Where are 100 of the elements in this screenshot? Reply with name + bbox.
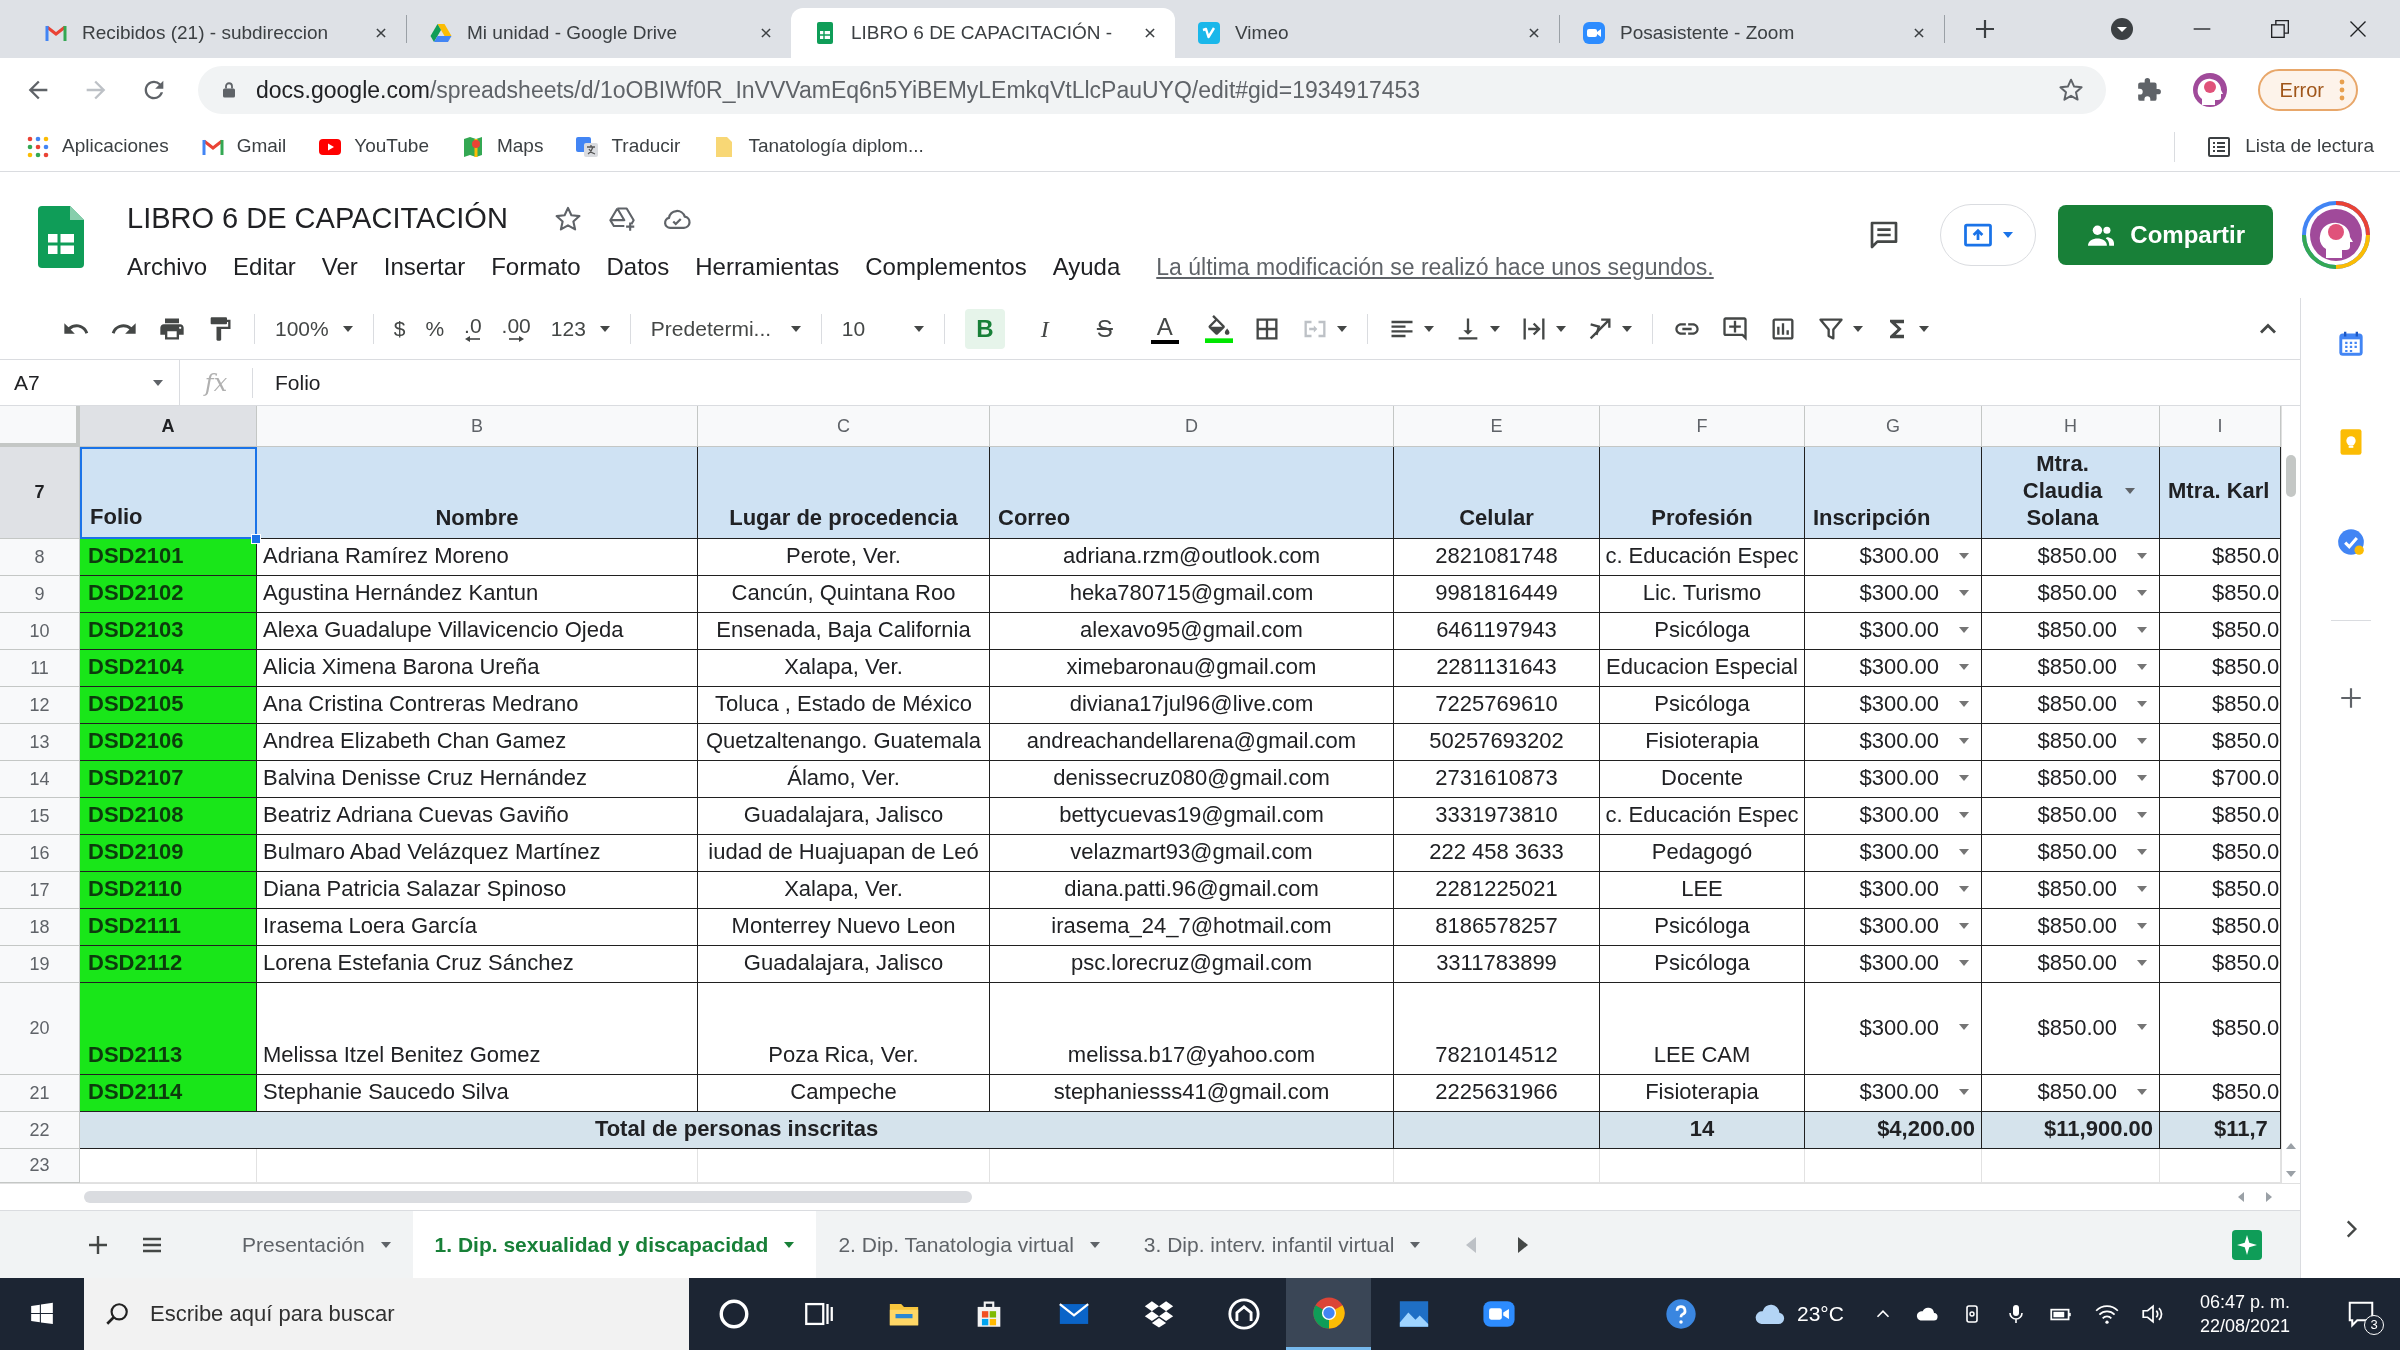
row-number[interactable]: 8 <box>0 539 80 576</box>
notification-icon[interactable] <box>2346 1299 2376 1329</box>
close-icon[interactable] <box>2348 19 2368 39</box>
bold-button[interactable]: B <box>964 308 1005 349</box>
scroll-left-icon[interactable] <box>2238 1192 2244 1202</box>
sheet-tab[interactable]: Presentación <box>220 1211 413 1278</box>
row-number[interactable]: 12 <box>0 687 80 724</box>
scrollbar-thumb[interactable] <box>84 1191 972 1203</box>
browser-tab[interactable]: Recibidos (21) - subdireccion <box>22 8 406 58</box>
formula-field[interactable]: Folio <box>253 360 2300 405</box>
dropdown-cell[interactable]: Mtra. Claudia Solana <box>1982 447 2160 539</box>
dropdown-cell[interactable]: $850.00 <box>1982 539 2160 576</box>
row-number[interactable]: 11 <box>0 650 80 687</box>
document-title[interactable]: LIBRO 6 DE CAPACITACIÓN <box>127 197 508 241</box>
dropdown-cell[interactable]: $850.00 <box>1982 946 2160 983</box>
dropdown-cell[interactable]: $300.00 <box>1805 835 1982 872</box>
extensions-icon[interactable] <box>2135 77 2162 103</box>
sheet-tab[interactable]: 3. Dip. interv. infantil virtual <box>1121 1211 1443 1278</box>
row-number[interactable]: 7 <box>0 447 80 539</box>
plus-icon[interactable] <box>1973 17 1997 41</box>
caret-down-icon[interactable] <box>1852 325 1863 332</box>
row-number[interactable]: 19 <box>0 946 80 983</box>
row-number[interactable]: 13 <box>0 724 80 761</box>
browser-tab[interactable]: Mi unidad - Google Drive <box>407 8 791 58</box>
share-button[interactable]: Compartir <box>2058 205 2273 265</box>
browser-tab[interactable]: Posasistente - Zoom <box>1560 8 1944 58</box>
add-comment-icon[interactable] <box>1720 314 1749 343</box>
dropdown-cell[interactable]: $300.00 <box>1805 983 1982 1075</box>
browser-tab[interactable]: LIBRO 6 DE CAPACITACIÓN - <box>791 8 1175 58</box>
caret-down-icon[interactable] <box>1336 325 1347 332</box>
dropdown-cell[interactable]: $850.00 <box>1982 613 2160 650</box>
dropdown-cell[interactable]: $300.00 <box>1805 687 1982 724</box>
dropdown-cell[interactable]: $850.00 <box>1982 872 2160 909</box>
dropdown-cell[interactable]: $300.00 <box>1805 872 1982 909</box>
close-icon[interactable] <box>759 26 773 40</box>
scroll-down-icon[interactable] <box>2286 1171 2296 1177</box>
caret-down-icon[interactable] <box>1489 325 1500 332</box>
text-color-button[interactable]: A <box>1144 308 1185 349</box>
caret-down-icon[interactable] <box>1423 325 1434 332</box>
menu-item[interactable]: Complementos <box>865 249 1027 285</box>
caret-down-icon[interactable] <box>1918 325 1929 332</box>
dropdown-cell[interactable]: $300.00 <box>1805 761 1982 798</box>
number-format-dropdown[interactable]: 123 <box>550 312 610 345</box>
bookmark-link[interactable]: Aplicaciones <box>26 132 169 161</box>
menu-item[interactable]: Ayuda <box>1052 249 1121 285</box>
caret-down-icon[interactable] <box>1621 325 1632 332</box>
column-header[interactable]: A <box>80 406 257 447</box>
percent-button[interactable]: % <box>425 312 445 345</box>
dropdown-cell[interactable]: $850.00 <box>1982 576 2160 613</box>
dropdown-cell[interactable]: $300.00 <box>1805 946 1982 983</box>
weather-temperature[interactable]: 23°C <box>1797 1298 1844 1330</box>
spreadsheet-icon[interactable] <box>38 206 84 268</box>
dropdown-cell[interactable]: $850.00 <box>1982 761 2160 798</box>
dropdown-cell[interactable]: $850.00 <box>1982 835 2160 872</box>
sheet-tab[interactable]: 1. Dip. sexualidad y discapacidad <box>412 1211 817 1278</box>
caret-down-icon[interactable] <box>1555 325 1566 332</box>
dropdown-cell[interactable]: $850.00 <box>1982 909 2160 946</box>
sparkle-icon[interactable] <box>2232 1229 2262 1260</box>
dropdown-cell[interactable]: $850.00 <box>1982 650 2160 687</box>
row-number[interactable]: 20 <box>0 983 80 1075</box>
dropdown-cell[interactable]: $850.00 <box>1982 983 2160 1075</box>
row-number[interactable]: 16 <box>0 835 80 872</box>
column-header[interactable]: F <box>1600 406 1805 447</box>
menu-item[interactable]: Datos <box>606 249 670 285</box>
calendar-icon[interactable] <box>2336 330 2365 358</box>
search-field[interactable]: Escribe aquí para buscar <box>84 1278 689 1350</box>
row-number[interactable]: 9 <box>0 576 80 613</box>
dropdown-cell[interactable]: $300.00 <box>1805 650 1982 687</box>
check-circle-icon[interactable] <box>2336 528 2365 556</box>
row-number[interactable]: 18 <box>0 909 80 946</box>
restore-icon[interactable] <box>2270 19 2290 39</box>
help-icon[interactable] <box>1665 1298 1697 1330</box>
star-icon[interactable] <box>553 205 582 233</box>
reading-list-button[interactable]: Lista de lectura <box>2207 132 2374 161</box>
clock-button[interactable]: 06:47 p. m. 22/08/2021 <box>2199 1290 2290 1338</box>
start-icon[interactable] <box>29 1301 55 1327</box>
menu-item[interactable]: Editar <box>233 249 296 285</box>
close-icon[interactable] <box>1527 26 1541 40</box>
row-number[interactable]: 23 <box>0 1149 80 1183</box>
dropdown-cell[interactable]: $850.00 <box>1982 687 2160 724</box>
column-header[interactable]: D <box>990 406 1394 447</box>
font-size-dropdown[interactable]: 10 <box>841 312 924 345</box>
column-header[interactable]: H <box>1982 406 2160 447</box>
bookmark-link[interactable]: Tanatología diplom... <box>712 132 924 161</box>
menu-item[interactable]: Ver <box>321 249 358 285</box>
currency-button[interactable]: $ <box>393 312 406 345</box>
column-header[interactable]: G <box>1805 406 1982 447</box>
dropdown-cell[interactable]: $850.00 <box>1982 798 2160 835</box>
column-header[interactable]: B <box>257 406 698 447</box>
scrollbar-thumb[interactable] <box>2286 455 2296 497</box>
avatar-icon[interactable] <box>2191 72 2228 108</box>
bookmark-link[interactable]: Traducir <box>575 132 681 161</box>
avatar-icon[interactable] <box>2301 200 2371 270</box>
column-header[interactable]: I <box>2160 406 2281 447</box>
dropdown-cell[interactable]: $300.00 <box>1805 798 1982 835</box>
italic-button[interactable]: I <box>1024 308 1065 349</box>
column-header[interactable]: C <box>698 406 990 447</box>
dropdown-cell[interactable]: $300.00 <box>1805 613 1982 650</box>
dropdown-cell[interactable]: $300.00 <box>1805 724 1982 761</box>
menu-item[interactable]: Herramientas <box>695 249 840 285</box>
